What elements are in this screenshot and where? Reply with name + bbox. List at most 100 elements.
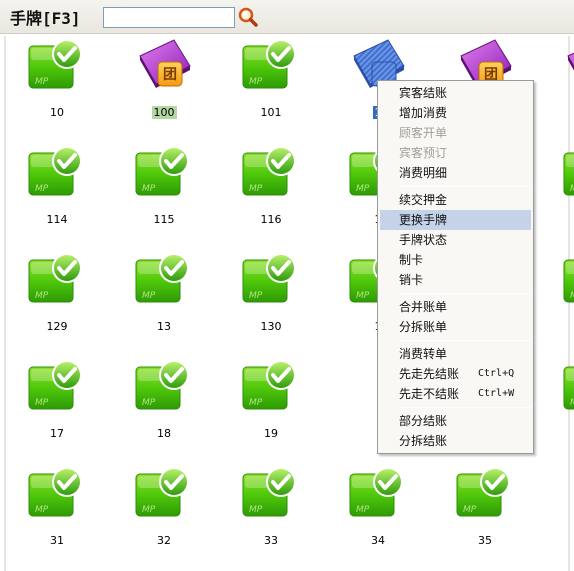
hand-card-tile[interactable]: MP 33 (236, 464, 306, 554)
hand-card-tile[interactable]: MP 18 (129, 357, 199, 447)
menu-item-label: 制卡 (399, 253, 424, 267)
green-check-card-icon: MP (27, 250, 87, 310)
context-menu: 宾客结账增加消费顾客开单宾客预订消费明细续交押金更换手牌手牌状态制卡销卡合并账单… (377, 80, 534, 454)
svg-text:MP: MP (356, 184, 370, 194)
menu-item[interactable]: 先走先结账 Ctrl+Q (380, 364, 531, 384)
menu-separator (398, 186, 531, 187)
svg-text:MP: MP (249, 291, 263, 301)
hand-card-label: 31 (22, 534, 92, 547)
menu-item-label: 分拆结账 (399, 434, 448, 448)
hand-card-number: 18 (157, 427, 171, 440)
purple-group-card-icon: 团 (134, 36, 194, 96)
menu-item[interactable]: 消费明细 (380, 163, 531, 183)
menu-item-label: 消费明细 (399, 166, 448, 180)
menu-item[interactable]: 合并账单 (380, 297, 531, 317)
menu-item-label: 部分结账 (399, 414, 448, 428)
hand-card-tile[interactable]: MP 130 (236, 250, 306, 340)
page-title: 手牌[F3] (10, 9, 81, 28)
hand-card-tile[interactable]: MP 19 (236, 357, 306, 447)
hand-card-tile[interactable]: MP 115 (129, 143, 199, 233)
svg-text:MP: MP (570, 184, 574, 194)
svg-text:MP: MP (249, 77, 263, 87)
hand-card-number: 35 (478, 534, 492, 547)
hand-card-label: 19 (236, 427, 306, 440)
hand-card-number: 10 (50, 106, 64, 119)
menu-item[interactable]: 分拆账单 (380, 317, 531, 337)
svg-text:MP: MP (249, 184, 263, 194)
menu-item: 顾客开单 (380, 123, 531, 143)
purple-group-card-icon: 团 (562, 36, 574, 96)
menu-item-shortcut: Ctrl+Q (478, 368, 515, 379)
menu-item-label: 顾客开单 (399, 126, 448, 140)
hand-card-number: 129 (46, 320, 68, 333)
menu-item[interactable]: 部分结账 (380, 411, 531, 431)
hand-card-number: 19 (264, 427, 278, 440)
menu-item[interactable]: 宾客结账 (380, 83, 531, 103)
green-check-card-icon: MP (241, 357, 301, 417)
hand-card-label: 13 (129, 320, 199, 333)
svg-text:MP: MP (142, 184, 156, 194)
hand-card-tile[interactable]: MP 13 (129, 250, 199, 340)
hand-card-tile[interactable]: MP 114 (22, 143, 92, 233)
hand-card-label: 34 (343, 534, 413, 547)
menu-item[interactable]: 更换手牌 (380, 210, 531, 230)
hand-card-tile[interactable]: MP 17 (22, 357, 92, 447)
menu-separator (398, 340, 531, 341)
svg-text:MP: MP (35, 291, 49, 301)
green-check-card-icon: MP (241, 143, 301, 203)
green-check-card-icon: MP (27, 143, 87, 203)
hand-card-label: 114 (22, 213, 92, 226)
hand-card-tile-cropped[interactable]: MP (557, 143, 574, 233)
menu-item[interactable]: 消费转单 (380, 344, 531, 364)
menu-item-label: 更换手牌 (399, 213, 448, 227)
hand-card-tile[interactable]: MP 32 (129, 464, 199, 554)
hand-card-tile-cropped[interactable]: 团 (557, 36, 574, 126)
hand-card-tile-cropped[interactable]: MP (557, 250, 574, 340)
svg-text:MP: MP (463, 505, 477, 515)
search-input[interactable] (103, 7, 235, 28)
hand-card-tile[interactable]: MP 129 (22, 250, 92, 340)
menu-item-label: 合并账单 (399, 300, 448, 314)
menu-item[interactable]: 续交押金 (380, 190, 531, 210)
svg-text:MP: MP (142, 398, 156, 408)
hand-card-tile[interactable]: MP 35 (450, 464, 520, 554)
menu-item-label: 先走不结账 (399, 387, 460, 401)
svg-text:MP: MP (356, 505, 370, 515)
menu-item-label: 增加消费 (399, 106, 448, 120)
green-check-card-icon: MP (27, 464, 87, 524)
hand-card-number: 115 (153, 213, 175, 226)
hand-card-number: 130 (260, 320, 282, 333)
hand-card-number: 17 (50, 427, 64, 440)
green-check-card-icon: MP (241, 36, 301, 96)
menu-item[interactable]: 分拆结账 (380, 431, 531, 451)
hand-card-tile[interactable]: MP 101 (236, 36, 306, 126)
menu-item[interactable]: 先走不结账 Ctrl+W (380, 384, 531, 404)
hand-card-tile[interactable]: MP 116 (236, 143, 306, 233)
svg-text:MP: MP (570, 291, 574, 301)
hand-card-tile[interactable]: MP 34 (343, 464, 413, 554)
hand-card-tile[interactable]: MP 31 (22, 464, 92, 554)
svg-text:MP: MP (249, 398, 263, 408)
hand-card-number: 34 (371, 534, 385, 547)
menu-item-label: 宾客预订 (399, 146, 448, 160)
hand-card-number: 100 (151, 106, 177, 119)
svg-text:MP: MP (249, 505, 263, 515)
menu-item[interactable]: 销卡 (380, 270, 531, 290)
hand-card-label: 130 (236, 320, 306, 333)
search-button[interactable] (237, 6, 259, 28)
svg-text:MP: MP (142, 505, 156, 515)
menu-item-label: 先走先结账 (399, 367, 460, 381)
hand-card-tile[interactable]: 团 100 (129, 36, 199, 126)
hand-card-label: 101 (236, 106, 306, 119)
green-check-card-icon: MP (27, 36, 87, 96)
svg-text:MP: MP (142, 291, 156, 301)
hand-card-tile[interactable]: MP 10 (22, 36, 92, 126)
menu-item[interactable]: 制卡 (380, 250, 531, 270)
svg-text:MP: MP (35, 184, 49, 194)
menu-item[interactable]: 增加消费 (380, 103, 531, 123)
green-check-card-icon: MP (455, 464, 515, 524)
green-check-card-icon: MP (241, 250, 301, 310)
hand-card-label: 115 (129, 213, 199, 226)
menu-item[interactable]: 手牌状态 (380, 230, 531, 250)
hand-card-tile-cropped[interactable]: MP (557, 357, 574, 447)
